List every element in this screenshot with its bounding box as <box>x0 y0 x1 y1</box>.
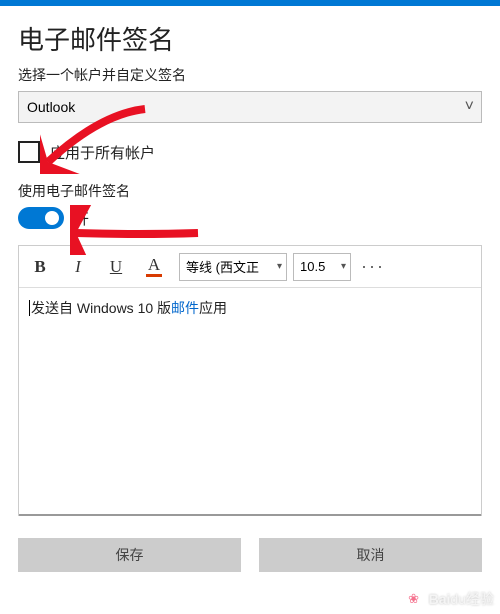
toggle-knob <box>45 211 59 225</box>
editor-text-pre: 发送自 Windows 10 版 <box>31 300 171 316</box>
signature-textarea[interactable]: 发送自 Windows 10 版邮件应用 <box>19 288 481 516</box>
font-family-select[interactable] <box>179 253 287 281</box>
watermark-logo-icon: ❀ <box>403 588 425 610</box>
signature-editor: B I U A ▾ ▾ ··· 发送自 Windows 10 版邮件应用 <box>18 245 482 516</box>
cancel-button[interactable]: 取消 <box>259 538 482 572</box>
account-select-label: 选择一个帐户并自定义签名 <box>18 65 482 85</box>
watermark: ❀ Baidu经验 <box>403 588 494 610</box>
account-select[interactable] <box>18 91 482 123</box>
watermark-text: Baidu经验 <box>429 589 494 609</box>
page-title: 电子邮件签名 <box>18 20 482 57</box>
more-options-button[interactable]: ··· <box>357 256 389 277</box>
mail-link[interactable]: 邮件 <box>171 300 199 316</box>
font-color-icon: A <box>148 256 160 273</box>
toggle-state-label: 开 <box>74 208 89 229</box>
font-size-select[interactable] <box>293 253 351 281</box>
apply-all-checkbox[interactable] <box>18 141 40 163</box>
underline-button[interactable]: U <box>97 248 135 286</box>
apply-all-label: 应用于所有帐户 <box>50 142 155 163</box>
editor-toolbar: B I U A ▾ ▾ ··· <box>19 246 481 288</box>
save-button[interactable]: 保存 <box>18 538 241 572</box>
italic-button[interactable]: I <box>59 248 97 286</box>
font-color-swatch <box>146 274 162 277</box>
bold-button[interactable]: B <box>21 248 59 286</box>
use-signature-label: 使用电子邮件签名 <box>18 181 482 201</box>
editor-text-post: 应用 <box>199 300 227 316</box>
signature-toggle[interactable] <box>18 207 64 229</box>
text-cursor <box>29 300 30 316</box>
font-color-button[interactable]: A <box>135 248 173 286</box>
